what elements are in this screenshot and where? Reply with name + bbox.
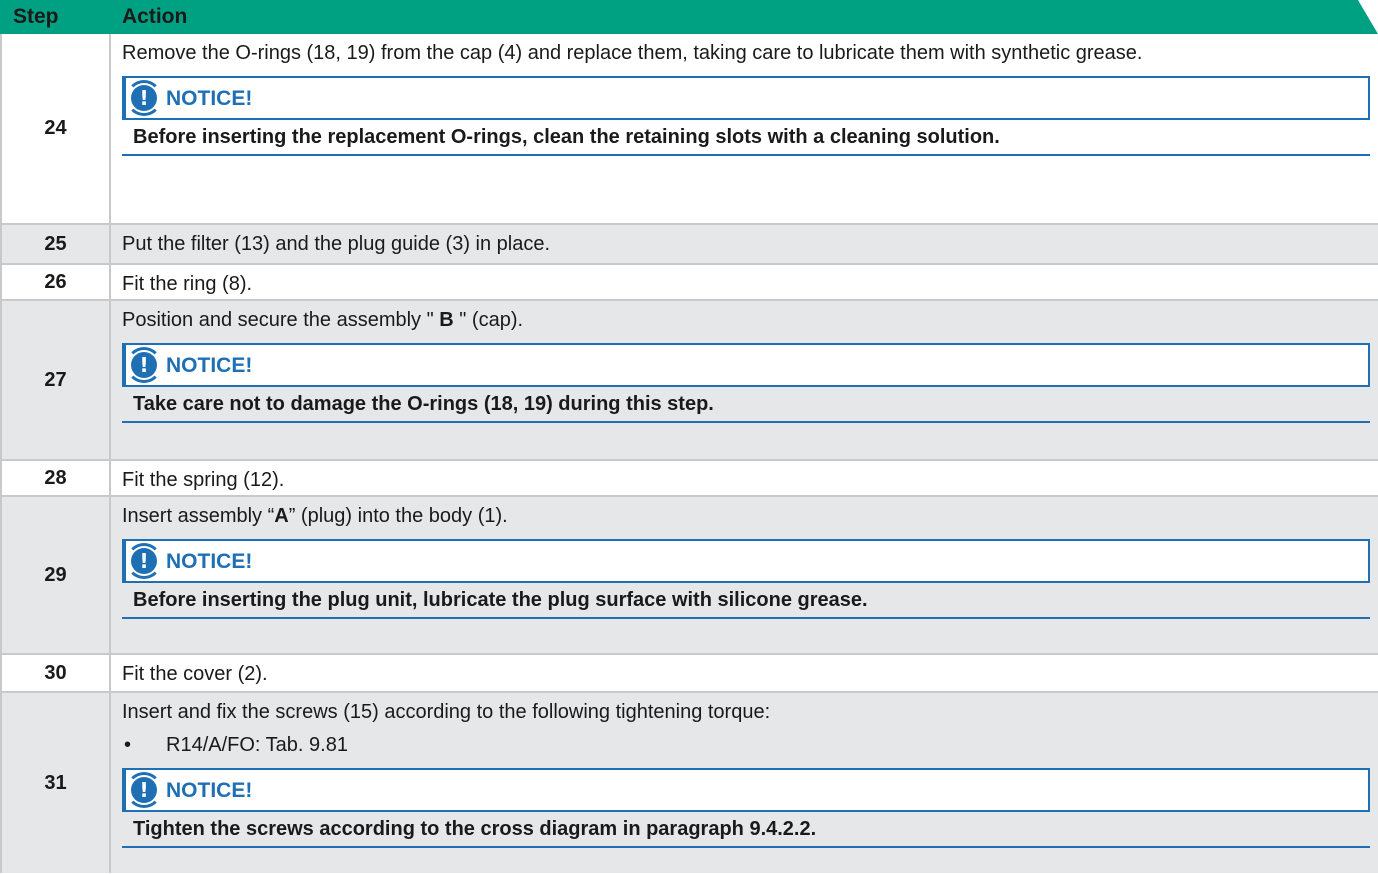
step-number: 27: [0, 301, 111, 459]
step-number: 30: [0, 655, 111, 691]
exclamation-circle-icon: !: [126, 543, 162, 579]
table-header: Step Action: [0, 0, 1378, 34]
notice-text: Tighten the screws according to the cros…: [122, 812, 1370, 848]
table-row: 25 Put the filter (13) and the plug guid…: [0, 225, 1378, 265]
procedure-table: Step Action 24 Remove the O-rings (18, 1…: [0, 0, 1378, 873]
notice-label: NOTICE!: [166, 86, 253, 110]
header-corner-cut: [1358, 0, 1378, 34]
table-row: 24 Remove the O-rings (18, 19) from the …: [0, 34, 1378, 225]
bullet-icon: •: [124, 734, 132, 756]
action-cell: Fit the ring (8).: [111, 265, 1378, 299]
table-row: 27 Position and secure the assembly " B …: [0, 301, 1378, 461]
action-cell: Fit the spring (12).: [111, 461, 1378, 495]
notice-label: NOTICE!: [166, 549, 253, 573]
header-action: Action: [122, 5, 188, 28]
notice-text: Take care not to damage the O-rings (18,…: [122, 387, 1370, 423]
action-cell: Position and secure the assembly " B " (…: [111, 301, 1378, 459]
exclamation-circle-icon: !: [126, 347, 162, 383]
action-text: Put the filter (13) and the plug guide (…: [122, 233, 551, 255]
step-number: 31: [0, 693, 111, 873]
step-number: 29: [0, 497, 111, 653]
step-number: 24: [0, 34, 111, 223]
action-text: Fit the spring (12).: [122, 469, 285, 491]
notice-box: ! NOTICE!: [122, 539, 1370, 583]
notice-text: Before inserting the plug unit, lubricat…: [122, 583, 1370, 619]
notice-label: NOTICE!: [166, 778, 253, 802]
exclamation-circle-icon: !: [126, 772, 162, 808]
step-number: 25: [0, 225, 111, 263]
action-text: Insert and fix the screws (15) according…: [122, 701, 771, 723]
exclamation-circle-icon: !: [126, 80, 162, 116]
table-row: 31 Insert and fix the screws (15) accord…: [0, 693, 1378, 873]
step-number: 28: [0, 461, 111, 495]
action-text: Remove the O-rings (18, 19) from the cap…: [122, 42, 1143, 64]
action-text: Fit the ring (8).: [122, 273, 253, 295]
action-cell: Fit the cover (2).: [111, 655, 1378, 691]
action-text: Fit the cover (2).: [122, 663, 268, 685]
action-text: Position and secure the assembly " B " (…: [122, 309, 524, 331]
table-row: 29 Insert assembly “A” (plug) into the b…: [0, 497, 1378, 655]
action-cell: Insert assembly “A” (plug) into the body…: [111, 497, 1378, 653]
header-step: Step: [13, 5, 59, 28]
step-number: 26: [0, 265, 111, 299]
action-text: Insert assembly “A” (plug) into the body…: [122, 505, 508, 527]
bullet-text: R14/A/FO: Tab. 9.81: [166, 734, 348, 756]
bullet-item: • R14/A/FO: Tab. 9.81: [122, 729, 1378, 762]
action-cell: Remove the O-rings (18, 19) from the cap…: [111, 34, 1378, 223]
notice-box: ! NOTICE!: [122, 343, 1370, 387]
table-row: 30 Fit the cover (2).: [0, 655, 1378, 693]
action-cell: Insert and fix the screws (15) according…: [111, 693, 1378, 873]
action-cell: Put the filter (13) and the plug guide (…: [111, 225, 1378, 263]
notice-box: ! NOTICE!: [122, 768, 1370, 812]
notice-label: NOTICE!: [166, 353, 253, 377]
notice-text: Before inserting the replacement O-rings…: [122, 120, 1370, 156]
table-row: 26 Fit the ring (8).: [0, 265, 1378, 301]
notice-box: ! NOTICE!: [122, 76, 1370, 120]
table-row: 28 Fit the spring (12).: [0, 461, 1378, 497]
